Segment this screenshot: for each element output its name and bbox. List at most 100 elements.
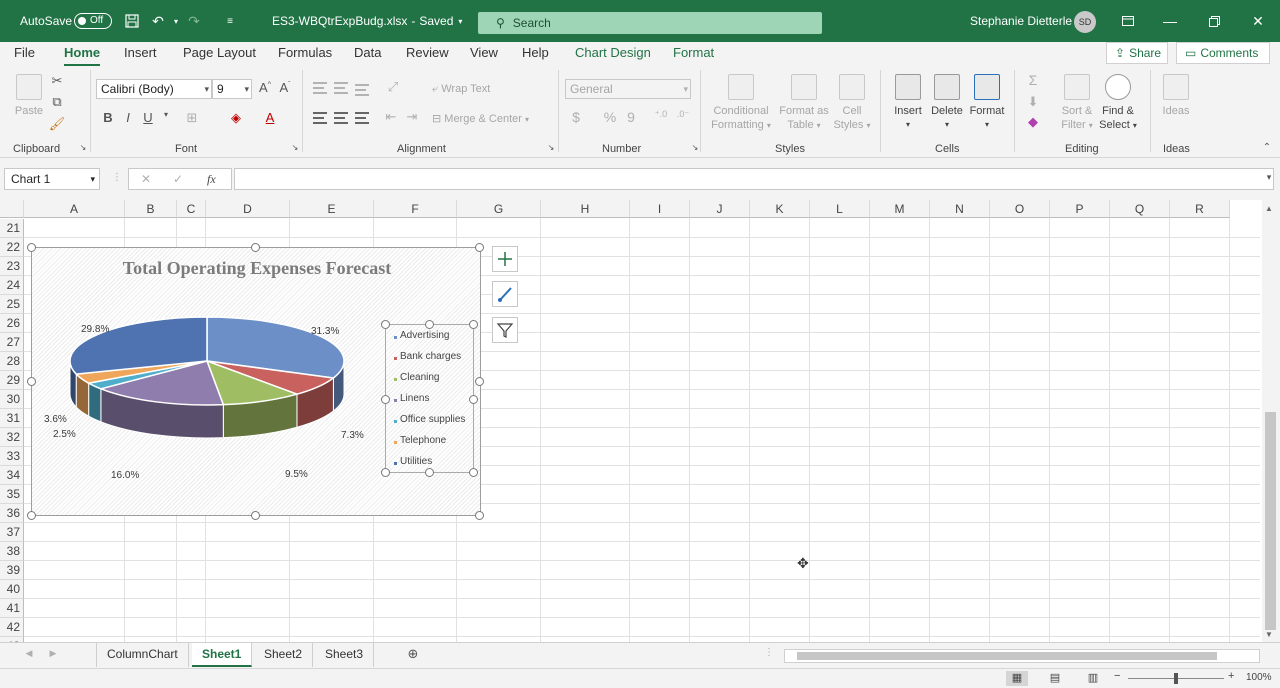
legend-item-linens[interactable]: Linens: [400, 393, 429, 404]
insert-cells-button[interactable]: Insert ▾: [888, 74, 928, 132]
page-layout-view-icon[interactable]: ▤: [1044, 671, 1066, 686]
bold-button[interactable]: B: [99, 110, 117, 125]
column-header-q[interactable]: Q: [1110, 200, 1170, 218]
row-header-36[interactable]: 36: [0, 504, 24, 523]
row-header-35[interactable]: 35: [0, 485, 24, 504]
legend-resize-handle[interactable]: [381, 468, 390, 477]
legend-item-telephone[interactable]: Telephone: [400, 435, 446, 446]
align-bottom-icon[interactable]: [355, 84, 369, 96]
conditional-formatting-button[interactable]: Conditional Formatting ▾: [706, 74, 776, 133]
tab-page-layout[interactable]: Page Layout: [183, 42, 256, 66]
tab-view[interactable]: View: [470, 42, 498, 66]
row-header-31[interactable]: 31: [0, 409, 24, 428]
cancel-icon[interactable]: ✕: [141, 172, 151, 186]
scroll-down-icon[interactable]: ▼: [1265, 630, 1273, 639]
sheet-tab-sheet1[interactable]: Sheet1: [192, 643, 253, 667]
borders-icon[interactable]: ⊞: [183, 110, 201, 126]
decrease-indent-icon[interactable]: ⇤: [382, 109, 400, 125]
row-header-34[interactable]: 34: [0, 466, 24, 485]
scrollbar-thumb[interactable]: [797, 652, 1217, 660]
column-header-b[interactable]: B: [125, 200, 177, 218]
sheet-tab-columnchart[interactable]: ColumnChart: [96, 643, 189, 667]
find-select-button[interactable]: Find & Select ▾: [1096, 74, 1140, 133]
font-size-select[interactable]: 9 ▾: [212, 79, 252, 99]
column-header-k[interactable]: K: [750, 200, 810, 218]
restore-icon[interactable]: [1202, 0, 1226, 42]
legend-resize-handle[interactable]: [381, 320, 390, 329]
undo-icon[interactable]: ↶: [148, 0, 168, 42]
column-header-p[interactable]: P: [1050, 200, 1110, 218]
pie-chart[interactable]: Total Operating Expenses Forecast 31.3% …: [27, 243, 484, 520]
ideas-button[interactable]: Ideas: [1158, 74, 1194, 118]
align-left-icon[interactable]: [313, 112, 327, 124]
scrollbar-thumb[interactable]: [1265, 412, 1276, 630]
clear-icon[interactable]: ◆: [1024, 114, 1042, 130]
row-header-22[interactable]: 22: [0, 238, 24, 257]
row-header-24[interactable]: 24: [0, 276, 24, 295]
normal-view-icon[interactable]: ▦: [1006, 671, 1028, 686]
row-header-41[interactable]: 41: [0, 599, 24, 618]
column-header-c[interactable]: C: [177, 200, 206, 218]
insert-function-button[interactable]: fx: [207, 172, 216, 187]
tab-help[interactable]: Help: [522, 42, 549, 66]
row-header-29[interactable]: 29: [0, 371, 24, 390]
tab-formulas[interactable]: Formulas: [278, 42, 332, 66]
chart-resize-handle[interactable]: [251, 243, 260, 252]
minimize-icon[interactable]: —: [1158, 0, 1182, 42]
zoom-level[interactable]: 100%: [1246, 672, 1272, 683]
row-header-26[interactable]: 26: [0, 314, 24, 333]
percent-button[interactable]: %: [601, 109, 619, 125]
save-icon[interactable]: [122, 0, 142, 42]
customize-qat-icon[interactable]: ≡: [220, 0, 240, 42]
chart-resize-handle[interactable]: [27, 511, 36, 520]
merge-center-button[interactable]: ⊟ Merge & Center ▾: [432, 112, 529, 127]
row-header-28[interactable]: 28: [0, 352, 24, 371]
column-header-o[interactable]: O: [990, 200, 1050, 218]
legend-resize-handle[interactable]: [381, 395, 390, 404]
vertical-scrollbar[interactable]: ▲ ▼: [1262, 200, 1280, 642]
column-header-r[interactable]: R: [1170, 200, 1230, 218]
fill-icon[interactable]: ⬇: [1024, 94, 1042, 110]
zoom-out-icon[interactable]: −: [1114, 670, 1120, 682]
row-header-40[interactable]: 40: [0, 580, 24, 599]
undo-dropdown-icon[interactable]: ▾: [166, 0, 186, 42]
row-header-37[interactable]: 37: [0, 523, 24, 542]
format-painter-icon[interactable]: 🖌: [48, 116, 66, 132]
column-header-f[interactable]: F: [374, 200, 457, 218]
decrease-decimal-icon[interactable]: .0⁻: [674, 109, 692, 120]
row-header-39[interactable]: 39: [0, 561, 24, 580]
expand-formula-bar-icon[interactable]: ▾: [1260, 172, 1278, 183]
align-middle-icon[interactable]: [334, 82, 348, 94]
currency-button[interactable]: $: [567, 109, 585, 125]
select-all-corner[interactable]: [0, 200, 24, 218]
underline-button[interactable]: U: [139, 110, 157, 125]
cell-styles-button[interactable]: Cell Styles ▾: [830, 74, 874, 133]
name-box[interactable]: Chart 1 ▾: [4, 168, 100, 190]
search-box[interactable]: ⚲ Search: [478, 12, 822, 34]
row-header-33[interactable]: 33: [0, 447, 24, 466]
legend-resize-handle[interactable]: [425, 468, 434, 477]
column-header-g[interactable]: G: [457, 200, 541, 218]
column-header-j[interactable]: J: [690, 200, 750, 218]
formula-input[interactable]: [234, 168, 1274, 190]
tab-insert[interactable]: Insert: [124, 42, 157, 66]
legend-resize-handle[interactable]: [469, 468, 478, 477]
chart-styles-button[interactable]: [492, 281, 518, 307]
comma-style-button[interactable]: 9: [622, 109, 640, 125]
column-header-e[interactable]: E: [290, 200, 374, 218]
enter-icon[interactable]: ✓: [173, 172, 183, 186]
row-header-27[interactable]: 27: [0, 333, 24, 352]
format-as-table-button[interactable]: Format as Table ▾: [776, 74, 832, 133]
chart-resize-handle[interactable]: [27, 377, 36, 386]
next-sheet-icon[interactable]: ▶: [44, 648, 62, 659]
sheet-tab-sheet3[interactable]: Sheet3: [315, 643, 375, 667]
orientation-icon[interactable]: ⤢: [384, 79, 402, 95]
avatar[interactable]: SD: [1074, 11, 1096, 33]
tab-review[interactable]: Review: [406, 42, 449, 66]
autosave-toggle[interactable]: Off: [74, 13, 112, 29]
sheet-tab-sheet2[interactable]: Sheet2: [254, 643, 314, 667]
fill-color-icon[interactable]: ◈: [227, 110, 245, 126]
horizontal-scrollbar[interactable]: [784, 649, 1260, 663]
cut-icon[interactable]: ✂: [48, 73, 66, 89]
underline-dropdown-icon[interactable]: ▾: [157, 110, 175, 119]
